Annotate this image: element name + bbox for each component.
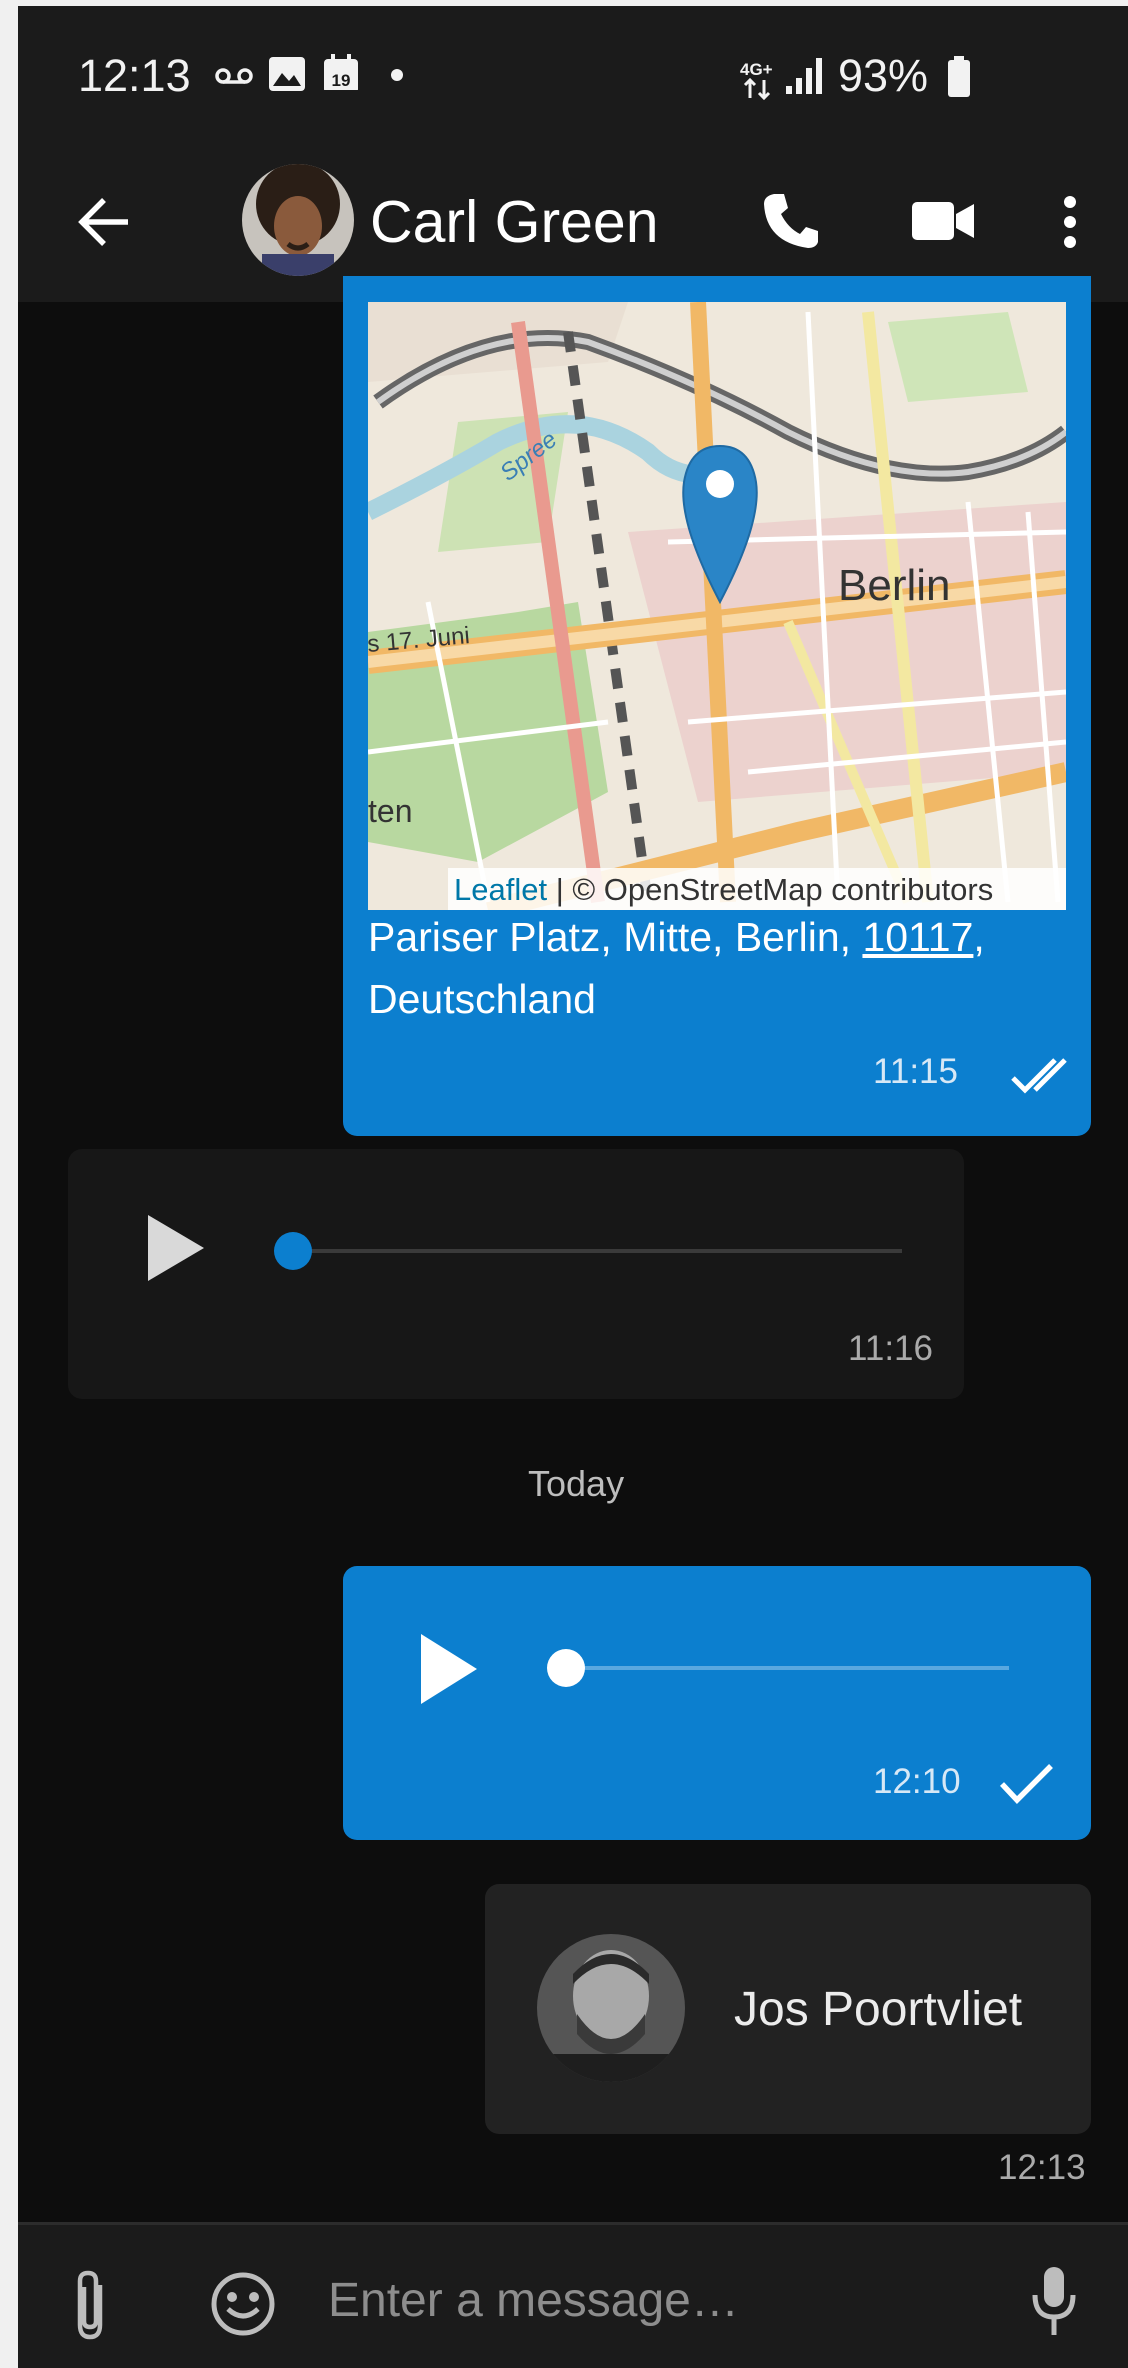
image-icon bbox=[269, 57, 305, 91]
address-zip-link[interactable]: 10117 bbox=[862, 914, 973, 960]
battery-icon bbox=[948, 56, 970, 97]
contact-name[interactable]: Carl Green bbox=[370, 188, 659, 256]
signal-icon bbox=[786, 58, 822, 94]
data-arrows-icon bbox=[743, 78, 771, 100]
microphone-icon[interactable] bbox=[1030, 2265, 1078, 2339]
location-address: Pariser Platz, Mitte, Berlin, 10117, Deu… bbox=[368, 906, 1068, 1030]
sent-check-icon bbox=[999, 1764, 1053, 1804]
audio-seek-thumb[interactable] bbox=[547, 1649, 585, 1687]
compose-bar: Enter a message… bbox=[18, 2222, 1128, 2368]
message-time: 11:16 bbox=[848, 1329, 933, 1368]
outgoing-audio-message[interactable]: 12:10 bbox=[343, 1566, 1091, 1840]
location-message[interactable]: Berlin s 17. Juni Spree ten Leaflet | © … bbox=[343, 276, 1091, 1136]
attachment-paperclip-icon[interactable] bbox=[70, 2269, 110, 2341]
address-part1: Pariser Platz, Mitte, Berlin, bbox=[368, 914, 863, 960]
phone-call-icon[interactable] bbox=[760, 190, 822, 252]
network-type: 4G+ bbox=[740, 60, 773, 79]
osm-attribution: | © OpenStreetMap contributors bbox=[547, 872, 993, 907]
audio-seek-thumb[interactable] bbox=[274, 1232, 312, 1270]
address-part2: , bbox=[973, 914, 985, 960]
read-double-check-icon bbox=[1011, 1058, 1067, 1094]
map-label-city: Berlin bbox=[838, 561, 951, 610]
contact-avatar[interactable] bbox=[242, 164, 354, 276]
message-input[interactable]: Enter a message… bbox=[328, 2273, 739, 2328]
video-call-icon[interactable] bbox=[912, 200, 976, 242]
emoji-icon[interactable] bbox=[210, 2271, 276, 2337]
svg-text:19: 19 bbox=[332, 71, 351, 90]
svg-text:Leaflet | © OpenStreetMap cont: Leaflet | © OpenStreetMap contributors bbox=[454, 872, 993, 907]
app-screen: 12:13 19 4G+ 93% Carl Green Berlin s 17.… bbox=[18, 6, 1128, 2368]
incoming-audio-message[interactable]: 11:16 bbox=[68, 1149, 964, 1399]
audio-seek-track[interactable] bbox=[294, 1249, 902, 1253]
status-time: 12:13 bbox=[78, 50, 191, 101]
contact-card-avatar bbox=[537, 1934, 685, 2082]
address-line2: Deutschland bbox=[368, 976, 596, 1022]
location-map[interactable]: Berlin s 17. Juni Spree ten Leaflet | © … bbox=[368, 302, 1066, 910]
message-time: 11:15 bbox=[873, 1052, 958, 1091]
message-time: 12:13 bbox=[998, 2148, 1086, 2187]
date-divider: Today bbox=[528, 1463, 625, 1504]
battery-percent: 93% bbox=[838, 50, 929, 101]
overflow-menu-icon[interactable] bbox=[1062, 194, 1078, 250]
map-label-left: ten bbox=[368, 793, 412, 829]
notification-dot-icon bbox=[391, 69, 403, 81]
back-arrow-icon[interactable] bbox=[76, 194, 132, 250]
status-bar: 12:13 19 4G+ 93% bbox=[18, 6, 1128, 156]
leaflet-link[interactable]: Leaflet bbox=[454, 872, 547, 907]
message-time: 12:10 bbox=[873, 1762, 961, 1801]
play-icon[interactable] bbox=[146, 1213, 206, 1283]
play-icon[interactable] bbox=[419, 1632, 479, 1706]
voicemail-icon bbox=[215, 68, 253, 84]
audio-seek-track[interactable] bbox=[565, 1666, 1009, 1670]
contact-card-message[interactable]: Jos Poortvliet bbox=[485, 1884, 1091, 2134]
contact-card-name: Jos Poortvliet bbox=[734, 1983, 1023, 2036]
calendar-icon: 19 bbox=[324, 54, 358, 90]
